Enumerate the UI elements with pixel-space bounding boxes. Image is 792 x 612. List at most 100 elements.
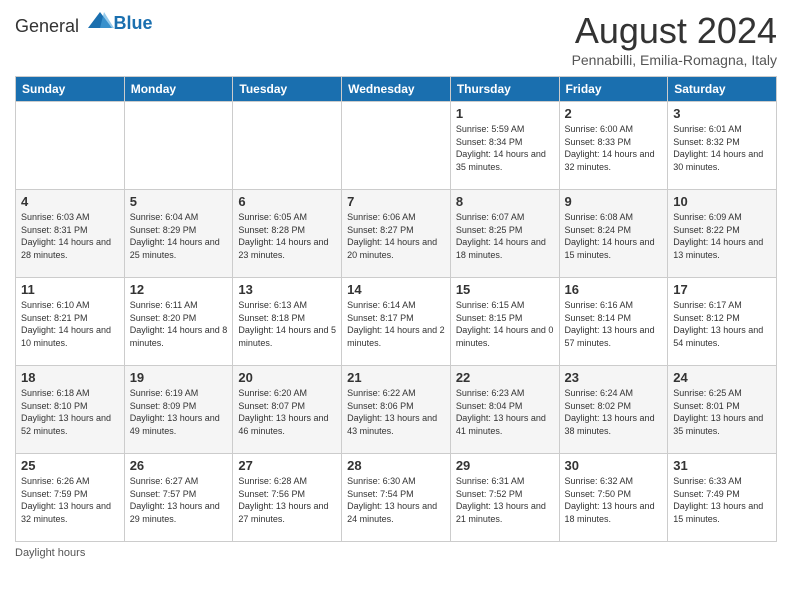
table-row: 17 Sunrise: 6:17 AMSunset: 8:12 PMDayligh…	[668, 278, 777, 366]
table-row: 12 Sunrise: 6:11 AMSunset: 8:20 PMDayligh…	[124, 278, 233, 366]
table-row: 4 Sunrise: 6:03 AMSunset: 8:31 PMDaylight…	[16, 190, 125, 278]
day-info: Sunrise: 6:24 AMSunset: 8:02 PMDaylight:…	[565, 387, 663, 437]
day-info: Sunrise: 6:31 AMSunset: 7:52 PMDaylight:…	[456, 475, 554, 525]
col-thursday: Thursday	[450, 77, 559, 102]
table-row: 27Sunrise: 6:28 AMSunset: 7:56 PMDayligh…	[233, 454, 342, 542]
col-wednesday: Wednesday	[342, 77, 451, 102]
day-number: 24	[673, 370, 771, 385]
table-row: 2Sunrise: 6:00 AMSunset: 8:33 PMDaylight…	[559, 102, 668, 190]
logo-text-blue: Blue	[114, 13, 153, 33]
table-row: 7 Sunrise: 6:06 AMSunset: 8:27 PMDaylight…	[342, 190, 451, 278]
logo-text-general: General	[15, 16, 79, 36]
table-row: 1 Sunrise: 5:59 AMSunset: 8:34 PMDaylight…	[450, 102, 559, 190]
logo-icon	[86, 10, 114, 32]
table-row: 24Sunrise: 6:25 AMSunset: 8:01 PMDayligh…	[668, 366, 777, 454]
footer: Daylight hours	[15, 547, 777, 559]
day-info: Sunrise: 6:30 AMSunset: 7:54 PMDaylight:…	[347, 475, 445, 525]
daylight-hours-label: Daylight hours	[15, 547, 85, 559]
day-number: 29	[456, 458, 554, 473]
day-info: Sunrise: 6:04 AMSunset: 8:29 PMDaylight:…	[130, 211, 228, 261]
day-info: Sunrise: 6:10 AMSunset: 8:21 PMDaylight:…	[21, 299, 119, 349]
day-number: 21	[347, 370, 445, 385]
day-number: 23	[565, 370, 663, 385]
week-row-2: 11 Sunrise: 6:10 AMSunset: 8:21 PMDayligh…	[16, 278, 777, 366]
table-row: 8Sunrise: 6:07 AMSunset: 8:25 PMDaylight…	[450, 190, 559, 278]
table-row: 16 Sunrise: 6:16 AMSunset: 8:14 PMDayligh…	[559, 278, 668, 366]
day-number: 19	[130, 370, 228, 385]
table-row: 23 Sunrise: 6:24 AMSunset: 8:02 PMDayligh…	[559, 366, 668, 454]
day-number: 9	[565, 194, 663, 209]
day-number: 20	[238, 370, 336, 385]
table-row: 20Sunrise: 6:20 AMSunset: 8:07 PMDayligh…	[233, 366, 342, 454]
week-row-1: 4 Sunrise: 6:03 AMSunset: 8:31 PMDaylight…	[16, 190, 777, 278]
header-row: Sunday Monday Tuesday Wednesday Thursday…	[16, 77, 777, 102]
table-row: 3 Sunrise: 6:01 AMSunset: 8:32 PMDaylight…	[668, 102, 777, 190]
day-number: 22	[456, 370, 554, 385]
col-sunday: Sunday	[16, 77, 125, 102]
day-number: 31	[673, 458, 771, 473]
day-info: Sunrise: 6:11 AMSunset: 8:20 PMDaylight:…	[130, 299, 228, 349]
day-info: Sunrise: 6:17 AMSunset: 8:12 PMDaylight:…	[673, 299, 771, 349]
day-number: 16	[565, 282, 663, 297]
day-info: Sunrise: 6:06 AMSunset: 8:27 PMDaylight:…	[347, 211, 445, 261]
table-row: 13Sunrise: 6:13 AMSunset: 8:18 PMDayligh…	[233, 278, 342, 366]
logo: General Blue	[15, 10, 153, 37]
day-number: 4	[21, 194, 119, 209]
table-row: 10Sunrise: 6:09 AMSunset: 8:22 PMDayligh…	[668, 190, 777, 278]
main-title: August 2024	[572, 10, 777, 52]
day-info: Sunrise: 6:32 AMSunset: 7:50 PMDaylight:…	[565, 475, 663, 525]
day-info: Sunrise: 6:26 AMSunset: 7:59 PMDaylight:…	[21, 475, 119, 525]
day-info: Sunrise: 6:23 AMSunset: 8:04 PMDaylight:…	[456, 387, 554, 437]
day-number: 5	[130, 194, 228, 209]
page: General Blue August 2024 Pennabilli, Emi…	[0, 0, 792, 612]
table-row	[124, 102, 233, 190]
day-number: 1	[456, 106, 554, 121]
day-info: Sunrise: 6:14 AMSunset: 8:17 PMDaylight:…	[347, 299, 445, 349]
day-number: 30	[565, 458, 663, 473]
calendar-table: Sunday Monday Tuesday Wednesday Thursday…	[15, 76, 777, 542]
table-row: 30 Sunrise: 6:32 AMSunset: 7:50 PMDayligh…	[559, 454, 668, 542]
day-info: Sunrise: 6:19 AMSunset: 8:09 PMDaylight:…	[130, 387, 228, 437]
day-number: 26	[130, 458, 228, 473]
subtitle: Pennabilli, Emilia-Romagna, Italy	[572, 52, 777, 68]
day-number: 10	[673, 194, 771, 209]
day-info: Sunrise: 6:15 AMSunset: 8:15 PMDaylight:…	[456, 299, 554, 349]
day-number: 2	[565, 106, 663, 121]
day-number: 7	[347, 194, 445, 209]
week-row-0: 1 Sunrise: 5:59 AMSunset: 8:34 PMDaylight…	[16, 102, 777, 190]
table-row: 9 Sunrise: 6:08 AMSunset: 8:24 PMDaylight…	[559, 190, 668, 278]
table-row: 21Sunrise: 6:22 AMSunset: 8:06 PMDayligh…	[342, 366, 451, 454]
day-info: Sunrise: 6:08 AMSunset: 8:24 PMDaylight:…	[565, 211, 663, 261]
header: General Blue August 2024 Pennabilli, Emi…	[15, 10, 777, 68]
table-row	[233, 102, 342, 190]
day-info: Sunrise: 6:27 AMSunset: 7:57 PMDaylight:…	[130, 475, 228, 525]
day-number: 6	[238, 194, 336, 209]
table-row: 22 Sunrise: 6:23 AMSunset: 8:04 PMDayligh…	[450, 366, 559, 454]
table-row: 18Sunrise: 6:18 AMSunset: 8:10 PMDayligh…	[16, 366, 125, 454]
day-info: Sunrise: 5:59 AMSunset: 8:34 PMDaylight:…	[456, 123, 554, 173]
col-monday: Monday	[124, 77, 233, 102]
table-row: 28Sunrise: 6:30 AMSunset: 7:54 PMDayligh…	[342, 454, 451, 542]
day-number: 14	[347, 282, 445, 297]
table-row: 19 Sunrise: 6:19 AMSunset: 8:09 PMDayligh…	[124, 366, 233, 454]
day-number: 13	[238, 282, 336, 297]
day-number: 11	[21, 282, 119, 297]
col-saturday: Saturday	[668, 77, 777, 102]
table-row: 29 Sunrise: 6:31 AMSunset: 7:52 PMDayligh…	[450, 454, 559, 542]
table-row: 25Sunrise: 6:26 AMSunset: 7:59 PMDayligh…	[16, 454, 125, 542]
day-info: Sunrise: 6:16 AMSunset: 8:14 PMDaylight:…	[565, 299, 663, 349]
title-section: August 2024 Pennabilli, Emilia-Romagna, …	[572, 10, 777, 68]
col-tuesday: Tuesday	[233, 77, 342, 102]
day-number: 3	[673, 106, 771, 121]
table-row: 26 Sunrise: 6:27 AMSunset: 7:57 PMDayligh…	[124, 454, 233, 542]
table-row: 5 Sunrise: 6:04 AMSunset: 8:29 PMDaylight…	[124, 190, 233, 278]
day-number: 17	[673, 282, 771, 297]
table-row	[16, 102, 125, 190]
week-row-4: 25Sunrise: 6:26 AMSunset: 7:59 PMDayligh…	[16, 454, 777, 542]
day-info: Sunrise: 6:01 AMSunset: 8:32 PMDaylight:…	[673, 123, 771, 173]
day-info: Sunrise: 6:03 AMSunset: 8:31 PMDaylight:…	[21, 211, 119, 261]
day-info: Sunrise: 6:07 AMSunset: 8:25 PMDaylight:…	[456, 211, 554, 261]
col-friday: Friday	[559, 77, 668, 102]
table-row: 31Sunrise: 6:33 AMSunset: 7:49 PMDayligh…	[668, 454, 777, 542]
day-number: 12	[130, 282, 228, 297]
